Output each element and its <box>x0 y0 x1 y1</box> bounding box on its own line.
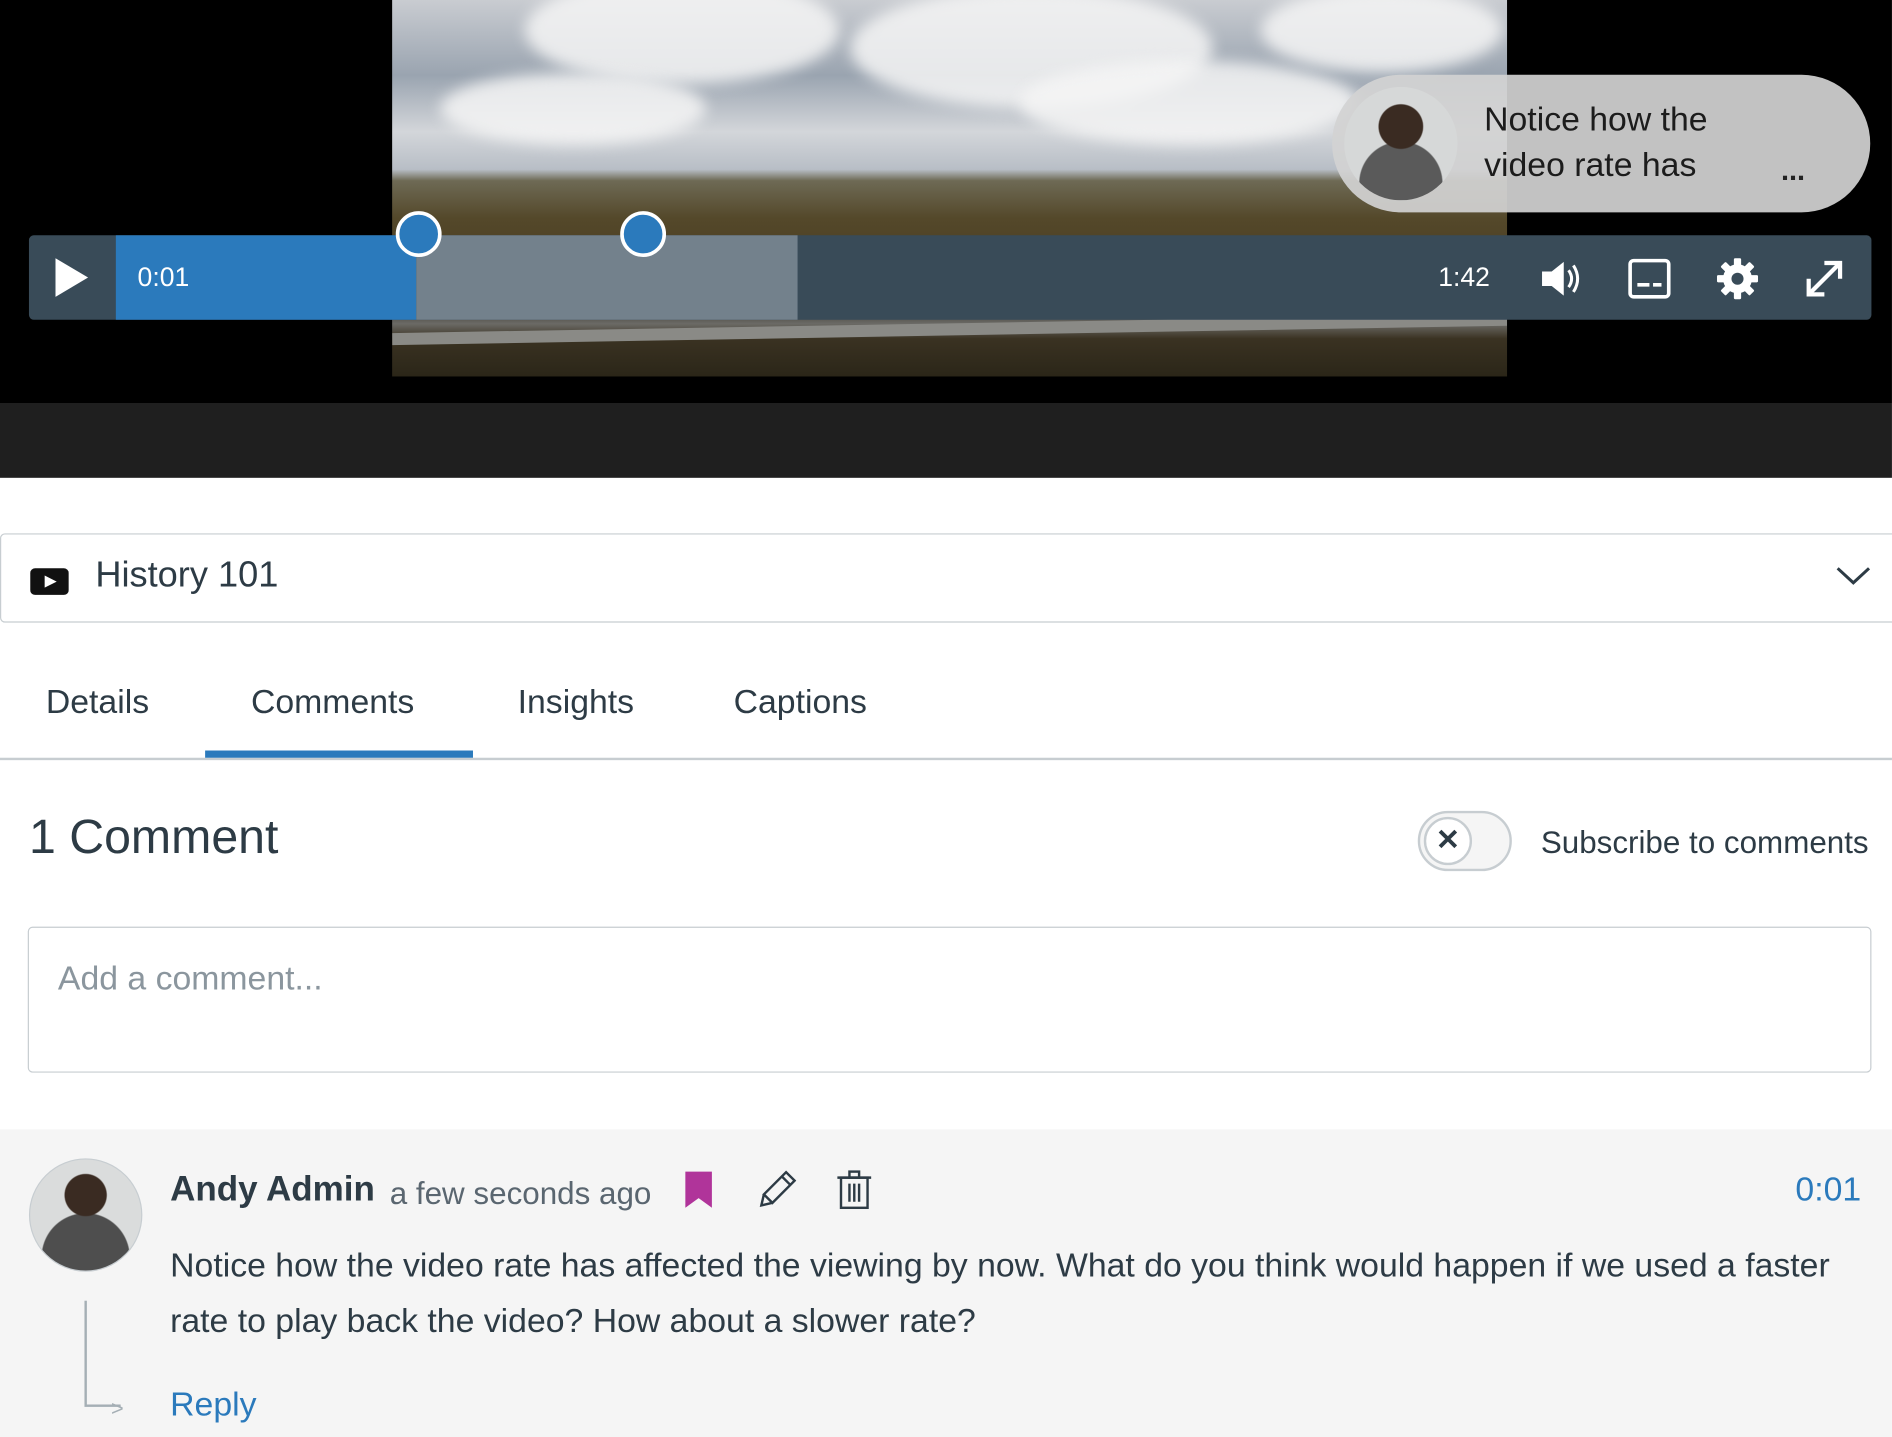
video-icon <box>30 568 69 595</box>
progress-selected-range[interactable] <box>416 235 798 320</box>
comment-overlay-bubble[interactable]: Notice how the video rate has ... <box>1332 74 1871 213</box>
comment-timestamp-link[interactable]: 0:01 <box>1795 1170 1861 1209</box>
captions-icon[interactable] <box>1625 255 1673 303</box>
total-time: 1:42 <box>1438 261 1490 292</box>
range-start-handle[interactable] <box>395 211 442 258</box>
current-time: 0:01 <box>137 261 190 292</box>
active-tab-indicator <box>205 750 473 758</box>
comment-body: Notice how the video rate has affected t… <box>170 1246 1830 1340</box>
close-icon: ✕ <box>1423 816 1473 866</box>
avatar <box>28 1158 143 1272</box>
comment-input-placeholder: Add a comment... <box>57 959 323 997</box>
overlay-more-indicator[interactable]: ... <box>1781 154 1805 188</box>
fullscreen-icon[interactable] <box>1800 255 1848 303</box>
tab-captions[interactable]: Captions <box>734 683 867 722</box>
player-controls: 0:01 1:42 <box>28 211 1872 320</box>
thread-line <box>84 1300 87 1405</box>
tab-details[interactable]: Details <box>46 683 149 722</box>
subscribe-toggle[interactable]: ✕ <box>1417 810 1512 872</box>
play-icon <box>55 258 89 297</box>
settings-gear-icon[interactable] <box>1713 255 1761 303</box>
avatar <box>1344 86 1458 201</box>
player-footer <box>0 403 1892 478</box>
media-title: History 101 <box>95 555 279 595</box>
range-end-handle[interactable] <box>620 211 667 258</box>
comment-input[interactable]: Add a comment... <box>27 926 1872 1073</box>
tab-bar: Details Comments Insights Captions <box>0 661 1892 761</box>
trash-icon[interactable] <box>836 1169 872 1210</box>
reply-arrow-icon: > <box>111 1396 124 1421</box>
comment-count: 1 Comment <box>28 810 279 864</box>
volume-icon[interactable] <box>1537 255 1585 303</box>
reply-link[interactable]: Reply <box>170 1385 256 1424</box>
comment-author: Andy Admin <box>170 1170 375 1210</box>
tab-insights[interactable]: Insights <box>518 683 634 722</box>
overlay-comment-text: Notice how the video rate has <box>1484 100 1708 184</box>
video-player[interactable]: Notice how the video rate has ... 0:01 1… <box>0 0 1892 404</box>
play-button[interactable] <box>29 235 116 319</box>
comment-time: a few seconds ago <box>389 1175 652 1212</box>
pencil-icon[interactable] <box>755 1170 797 1211</box>
subscribe-label: Subscribe to comments <box>1540 824 1869 861</box>
chevron-down-icon[interactable] <box>1835 563 1871 587</box>
bookmark-icon[interactable] <box>684 1170 713 1209</box>
tab-comments[interactable]: Comments <box>251 683 414 722</box>
comment-item: > Andy Admin a few seconds ago 0:01 Noti… <box>0 1129 1892 1437</box>
media-title-dropdown[interactable]: History 101 <box>0 533 1892 623</box>
video-frame[interactable] <box>392 0 1508 377</box>
